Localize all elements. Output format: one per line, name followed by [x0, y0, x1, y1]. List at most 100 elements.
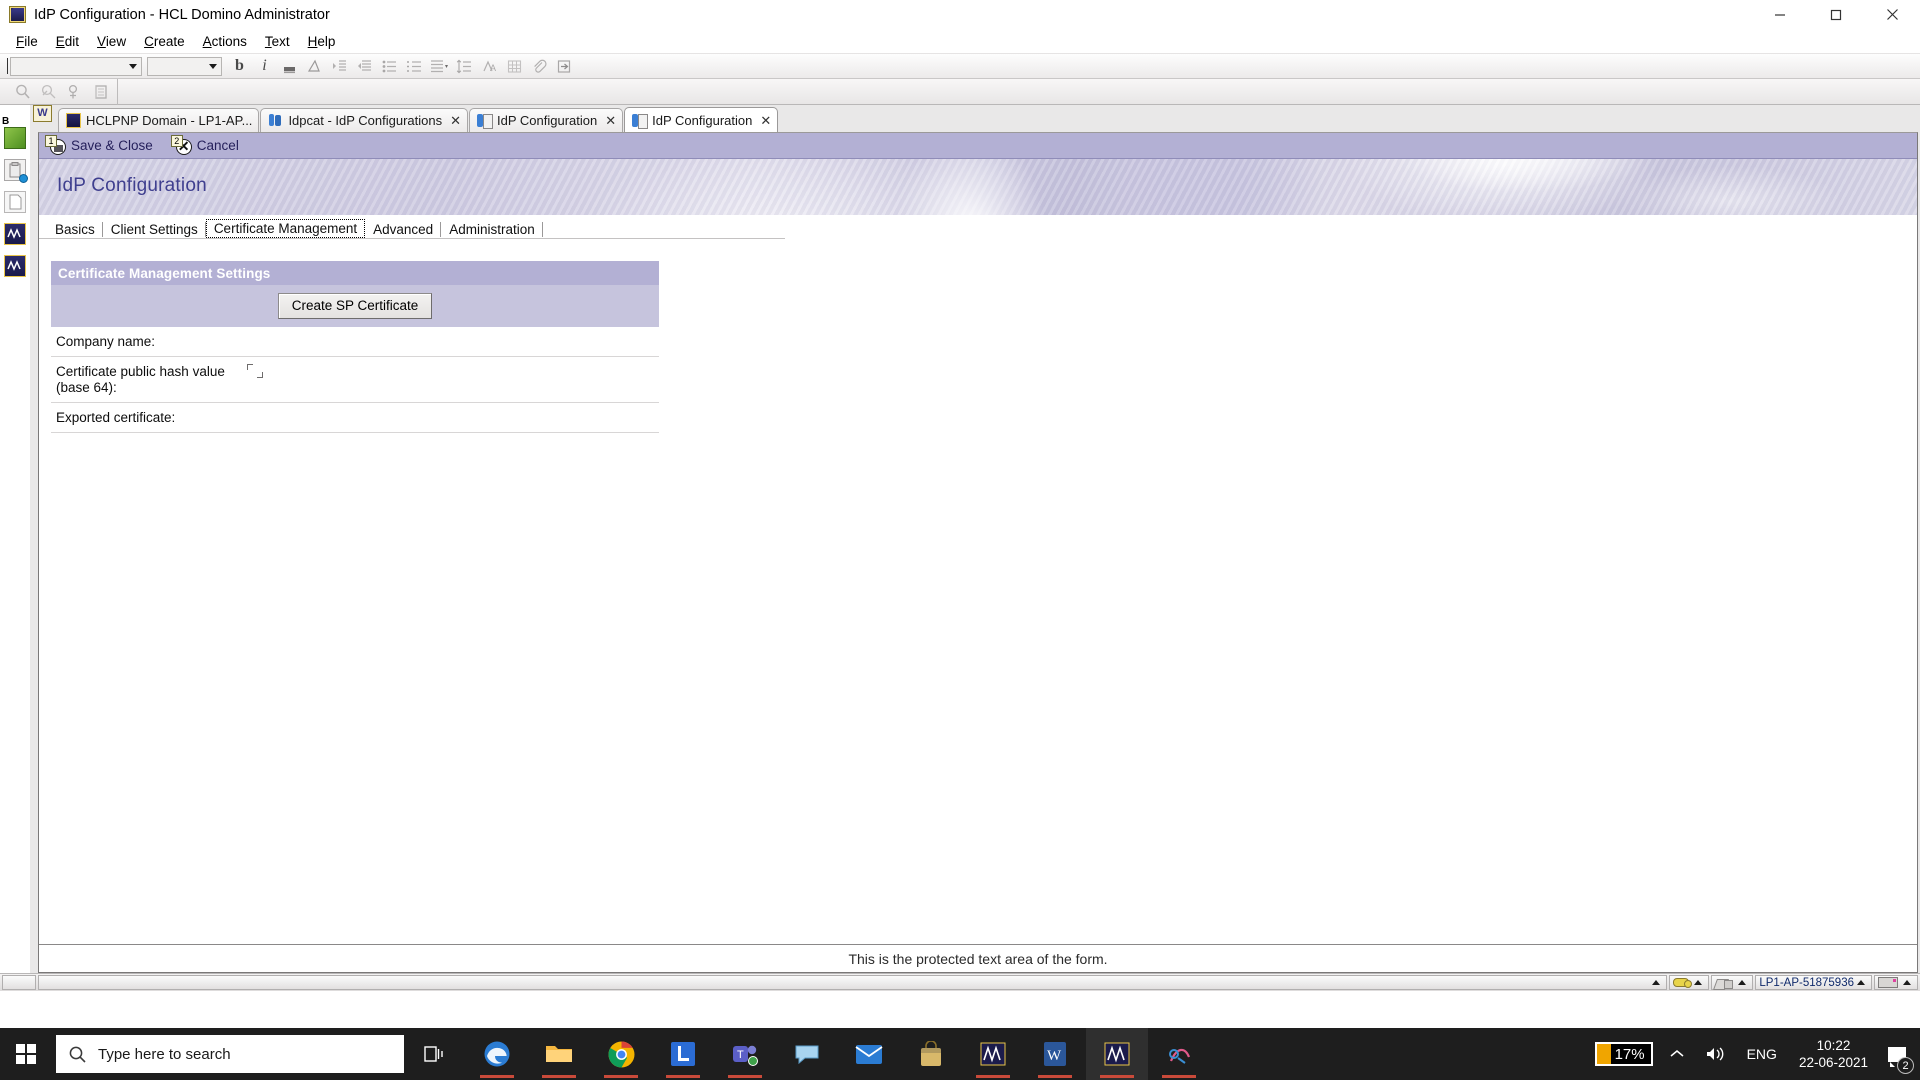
taskbar-word[interactable]: W	[1024, 1028, 1086, 1080]
windows-logo-icon	[16, 1044, 36, 1064]
clock-time: 10:22	[1816, 1038, 1851, 1053]
window-title: IdP Configuration - HCL Domino Administr…	[34, 6, 330, 23]
taskbar-search-box[interactable]: Type here to search	[56, 1035, 404, 1073]
start-button[interactable]	[0, 1028, 52, 1080]
show-hidden-icons-button[interactable]	[1659, 1028, 1695, 1080]
bold-button[interactable]: b	[227, 54, 252, 78]
taskbar-edge[interactable]	[466, 1028, 528, 1080]
rail-item-domino-1[interactable]	[4, 223, 26, 245]
chevron-up-icon[interactable]	[1903, 980, 1911, 985]
close-icon[interactable]	[1864, 0, 1920, 29]
field-row-company-name[interactable]: Company name:	[51, 327, 659, 357]
close-icon[interactable]: ✕	[450, 114, 461, 127]
taskbar-file-explorer[interactable]	[528, 1028, 590, 1080]
taskbar-notes-designer[interactable]	[962, 1028, 1024, 1080]
clock[interactable]: 10:22 22-06-2021	[1787, 1037, 1880, 1071]
text-color-icon[interactable]	[302, 54, 327, 78]
close-icon[interactable]: ✕	[760, 114, 771, 127]
cancel-button[interactable]: 2 Cancel	[170, 134, 239, 156]
search-icon	[56, 1045, 98, 1064]
indent-right-icon[interactable]	[327, 54, 352, 78]
tab-administration[interactable]: Administration	[441, 219, 543, 238]
window-tab-idp-config-2[interactable]: IdP Configuration ✕	[624, 107, 779, 132]
close-icon[interactable]: ✕	[605, 114, 616, 127]
chevron-up-icon[interactable]	[1857, 980, 1865, 985]
create-sp-certificate-button[interactable]: Create SP Certificate	[277, 293, 433, 319]
taskbar-store[interactable]	[900, 1028, 962, 1080]
font-family-select[interactable]	[10, 56, 142, 76]
bullet-list-icon[interactable]	[377, 54, 402, 78]
search-icon[interactable]	[10, 81, 36, 103]
taskbar-mail[interactable]	[838, 1028, 900, 1080]
permanent-pen-icon[interactable]: A	[477, 54, 502, 78]
menu-item-text[interactable]: Text	[256, 32, 299, 51]
status-message-cell[interactable]	[38, 975, 1668, 990]
italic-button[interactable]: i	[252, 54, 277, 78]
attach-file-icon[interactable]	[527, 54, 552, 78]
window-tab-label: IdP Configuration	[497, 113, 598, 128]
form-banner: IdP Configuration	[39, 159, 1917, 215]
rail-item-workspace[interactable]: B	[2, 116, 26, 149]
task-view-button[interactable]	[404, 1028, 466, 1080]
line-spacing-icon[interactable]	[452, 54, 477, 78]
menu-item-file[interactable]: File	[7, 32, 47, 51]
status-key-cell[interactable]	[1669, 975, 1710, 990]
save-and-close-button[interactable]: 1 Save & Close	[45, 134, 153, 156]
field-row-certificate-hash[interactable]: Certificate public hash value (base 64):	[51, 357, 659, 403]
status-security-cell[interactable]	[1711, 975, 1754, 990]
taskbar-sametime-connect[interactable]	[1148, 1028, 1210, 1080]
minimize-icon[interactable]	[1752, 0, 1808, 29]
field-label: Certificate public hash value (base 64):	[56, 364, 225, 395]
chevron-up-icon[interactable]	[1694, 980, 1703, 985]
taskbar-sametime[interactable]	[776, 1028, 838, 1080]
tab-basics[interactable]: Basics	[47, 219, 103, 238]
section-body: Create SP Certificate	[51, 285, 659, 327]
maximize-icon[interactable]	[1808, 0, 1864, 29]
field-label: Exported certificate:	[56, 410, 176, 425]
tab-advanced[interactable]: Advanced	[365, 219, 442, 238]
menubar: File Edit View Create Actions Text Help	[0, 29, 1920, 53]
window-tab-idp-config-1[interactable]: IdP Configuration ✕	[469, 108, 624, 132]
cancel-icon: 2	[170, 134, 193, 156]
menu-item-edit[interactable]: Edit	[47, 32, 88, 51]
outdent-left-icon[interactable]	[352, 54, 377, 78]
insert-link-icon[interactable]	[552, 54, 577, 78]
status-server-cell[interactable]: LP1-AP-51875936	[1755, 975, 1872, 990]
menu-item-create[interactable]: Create	[135, 32, 194, 51]
address-book-icon[interactable]	[88, 81, 114, 103]
taskbar-lotus[interactable]	[652, 1028, 714, 1080]
taskbar-chrome[interactable]	[590, 1028, 652, 1080]
add-recipient-icon[interactable]	[62, 81, 88, 103]
domino-server-icon	[66, 113, 81, 128]
field-list: Company name: Certificate public hash va…	[51, 327, 659, 433]
rail-item-clipboard[interactable]	[4, 159, 28, 183]
window-tab-idpcat[interactable]: Idpcat - IdP Configurations ✕	[260, 108, 469, 132]
status-keyboard-cell[interactable]	[1874, 975, 1918, 990]
insert-table-icon[interactable]	[502, 54, 527, 78]
menu-item-actions[interactable]: Actions	[194, 32, 256, 51]
window-controls	[1752, 0, 1920, 29]
menu-item-help[interactable]: Help	[299, 32, 345, 51]
tab-client-settings[interactable]: Client Settings	[103, 219, 206, 238]
field-row-exported-certificate[interactable]: Exported certificate:	[51, 403, 659, 433]
paragraph-align-icon[interactable]	[427, 54, 452, 78]
text-highlight-icon[interactable]	[277, 54, 302, 78]
menu-item-view[interactable]: View	[88, 32, 135, 51]
language-indicator[interactable]: ENG	[1737, 1028, 1787, 1080]
numbered-list-icon[interactable]	[402, 54, 427, 78]
search-next-icon[interactable]	[36, 81, 62, 103]
chevron-up-icon[interactable]	[1738, 980, 1747, 985]
chevron-up-icon[interactable]	[1652, 980, 1661, 985]
taskbar-domino-admin[interactable]	[1086, 1028, 1148, 1080]
status-left-cell[interactable]	[2, 975, 36, 990]
workspace-tab-pin[interactable]: W	[33, 105, 52, 122]
taskbar-teams[interactable]: T	[714, 1028, 776, 1080]
tab-certificate-management[interactable]: Certificate Management	[205, 219, 366, 238]
window-tab-domain[interactable]: HCLPNP Domain - LP1-AP...	[58, 108, 260, 132]
font-size-select[interactable]	[147, 56, 222, 76]
rail-item-page[interactable]	[4, 191, 26, 213]
notification-center-button[interactable]: 2	[1880, 1028, 1920, 1080]
rail-item-domino-2[interactable]	[4, 255, 26, 277]
battery-status-badge[interactable]: 17%	[1594, 1042, 1653, 1066]
volume-icon[interactable]	[1695, 1028, 1737, 1080]
